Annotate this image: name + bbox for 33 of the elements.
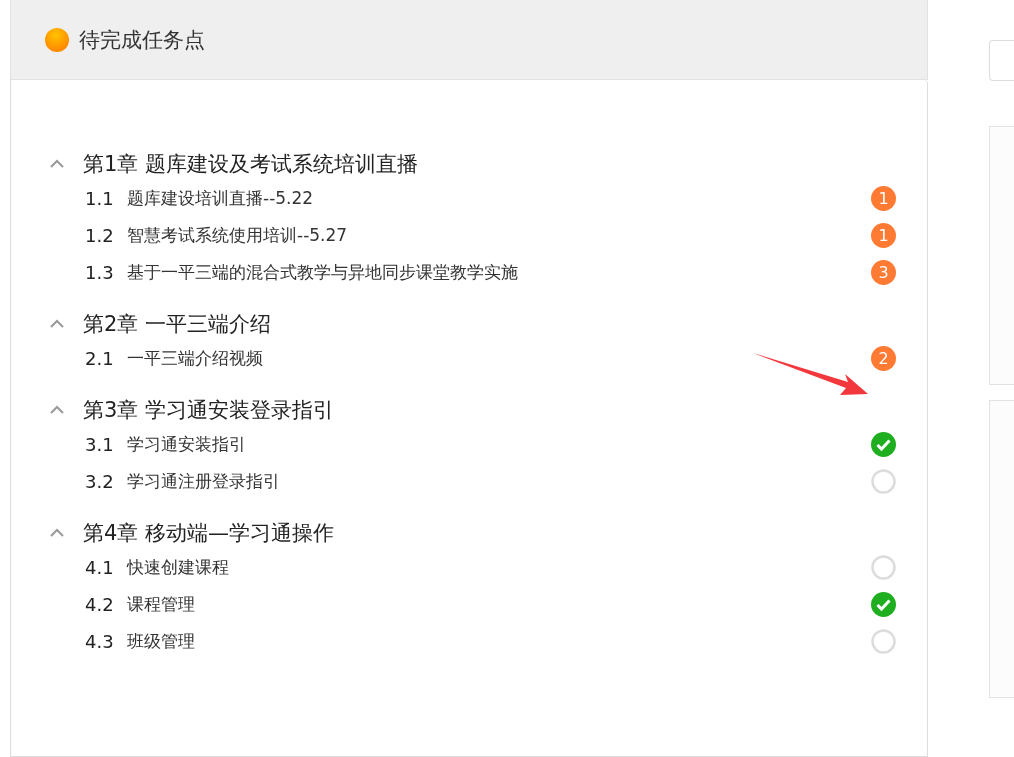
- task-count-badge: 2: [871, 346, 896, 371]
- collapse-caret-icon[interactable]: [49, 159, 65, 169]
- section-number: 1.1: [85, 188, 115, 209]
- collapse-caret-icon[interactable]: [49, 319, 65, 329]
- section-number: 4.2: [85, 594, 115, 615]
- chapter-title[interactable]: 第2章 一平三端介绍: [83, 310, 272, 338]
- chapter-title[interactable]: 第3章 学习通安装登录指引: [83, 396, 335, 424]
- panel-title: 待完成任务点: [79, 26, 205, 54]
- section-number: 3.2: [85, 471, 115, 492]
- section-title[interactable]: 课程管理: [127, 593, 871, 616]
- section-title[interactable]: 智慧考试系统使用培训--5.27: [127, 224, 871, 247]
- task-count-badge: 3: [871, 260, 896, 285]
- task-count-badge: 1: [871, 223, 896, 248]
- section-title[interactable]: 快速创建课程: [127, 556, 871, 579]
- status-dot-icon: [45, 27, 69, 52]
- section-title[interactable]: 基于一平三端的混合式教学与异地同步课堂教学实施: [127, 261, 871, 284]
- section-title[interactable]: 学习通安装指引: [127, 433, 871, 456]
- section-number: 3.1: [85, 434, 115, 455]
- section-number: 1.2: [85, 225, 115, 246]
- section-number: 4.1: [85, 557, 115, 578]
- section-title[interactable]: 学习通注册登录指引: [127, 470, 871, 493]
- chapter-title[interactable]: 第4章 移动端—学习通操作: [83, 519, 335, 547]
- task-count-badge: 1: [871, 186, 896, 211]
- search-field[interactable]: [989, 40, 1014, 81]
- section-title[interactable]: 一平三端介绍视频: [127, 347, 871, 370]
- collapse-caret-icon[interactable]: [49, 528, 65, 538]
- section-number: 2.1: [85, 348, 115, 369]
- section-title[interactable]: 班级管理: [127, 630, 871, 653]
- section-title[interactable]: 题库建设培训直播--5.22: [127, 187, 871, 210]
- section-number: 4.3: [85, 631, 115, 652]
- collapse-caret-icon[interactable]: [49, 405, 65, 415]
- section-number: 1.3: [85, 262, 115, 283]
- chapter-title[interactable]: 第1章 题库建设及考试系统培训直播: [83, 150, 419, 178]
